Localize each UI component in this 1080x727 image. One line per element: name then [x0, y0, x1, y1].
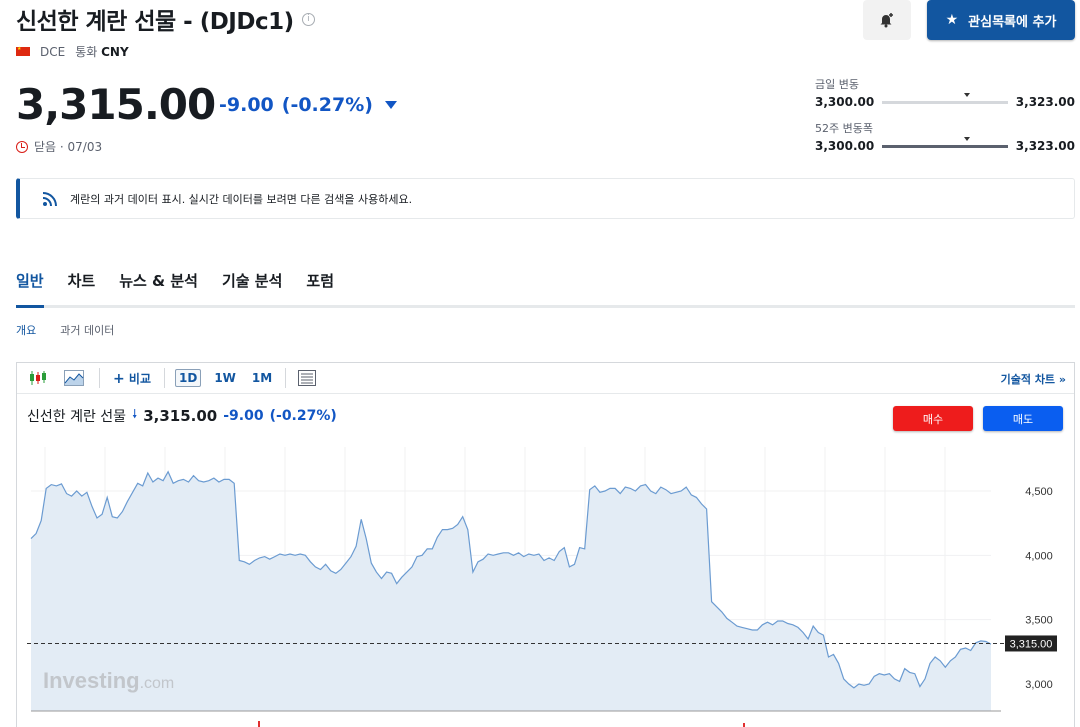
- change-value: -9.00: [219, 94, 274, 116]
- chart-change: -9.00: [223, 407, 264, 424]
- week52-range: 52주 변동폭 3,300.00 3,323.00: [815, 120, 1075, 153]
- alert-button[interactable]: [863, 0, 911, 40]
- instrument-title: 신선한 계란 선물 - (DJDc1): [16, 9, 294, 35]
- tab-news-analysis[interactable]: 뉴스 & 분석: [119, 262, 198, 308]
- watchlist-label: 관심목록에 추가: [968, 14, 1057, 30]
- down-arrow-icon: 🠗: [132, 407, 138, 421]
- week52-range-label: 52주 변동폭: [815, 122, 873, 135]
- chart-change-percent: (-0.27%): [269, 407, 337, 424]
- day-range-bar: [882, 92, 1008, 104]
- y-tick-label: 4,500: [1025, 486, 1053, 498]
- investing-watermark-suffix: .com: [140, 675, 175, 692]
- volume-bar: [743, 723, 745, 727]
- y-tick-label: 3,500: [1025, 615, 1053, 627]
- info-circle-icon[interactable]: i: [301, 12, 315, 26]
- sub-tabs: 개요 과거 데이터: [16, 322, 114, 338]
- bell-plus-icon: [880, 13, 893, 28]
- subtab-overview[interactable]: 개요: [16, 322, 36, 338]
- day-low: 3,300.00: [815, 95, 875, 109]
- tab-forum[interactable]: 포럼: [306, 262, 334, 308]
- page-title: 신선한 계란 선물 - (DJDc1) i: [16, 2, 315, 36]
- y-tick-label: 4,000: [1025, 550, 1053, 562]
- buy-button[interactable]: 매수: [893, 406, 973, 431]
- subtab-historical-data[interactable]: 과거 데이터: [60, 322, 114, 338]
- add-to-watchlist-button[interactable]: ★ 관심목록에 추가: [927, 0, 1075, 40]
- chart-instrument-name: 신선한 계란 선물: [27, 408, 127, 425]
- currency-label: 통화: [75, 45, 98, 59]
- chart-panel: + 비교 1D 1W 1M 기술적 차트 » 3,000 3,500 4,000 4,…: [16, 362, 1075, 727]
- star-icon: ★: [945, 12, 959, 28]
- volume-bar: [258, 721, 260, 727]
- last-price: 3,315.00: [16, 80, 216, 129]
- day-range-marker: [963, 92, 970, 97]
- currency-value: CNY: [101, 45, 129, 59]
- exchange-label: DCE: [40, 44, 66, 59]
- rss-icon: [42, 191, 57, 206]
- instrument-meta: DCE 통화 CNY: [16, 43, 129, 60]
- china-flag-icon: [16, 47, 30, 56]
- price-change: -9.00 (-0.27%): [219, 94, 397, 116]
- status-text: 닫음 · 07/03: [34, 140, 103, 154]
- y-tick-label: 3,000: [1025, 679, 1053, 691]
- week52-low: 3,300.00: [815, 139, 875, 153]
- historical-data-notice: 계란의 과거 데이터 표시. 실시간 데이터를 보려면 다른 검색을 사용하세요…: [16, 178, 1075, 219]
- chart-legend: 신선한 계란 선물 🠗 3,315.00 -9.00 (-0.27%): [27, 405, 337, 426]
- tab-chart[interactable]: 차트: [68, 262, 96, 308]
- main-tabs: 일반 차트 뉴스 & 분석 기술 분석 포럼: [16, 262, 1075, 308]
- down-triangle-icon: [384, 101, 397, 109]
- week52-range-bar: [882, 136, 1008, 148]
- clock-icon: [16, 140, 28, 153]
- tab-technical-analysis[interactable]: 기술 분석: [222, 262, 282, 308]
- day-high: 3,323.00: [1015, 95, 1075, 109]
- last-price-label: 3,315.00: [1010, 638, 1053, 650]
- week52-range-marker: [963, 136, 970, 141]
- price-area-fill: [31, 471, 991, 711]
- change-percent: (-0.27%): [281, 94, 373, 116]
- day-range: 금일 변동 3,300.00 3,323.00: [815, 76, 1075, 109]
- tab-general[interactable]: 일반: [16, 262, 44, 308]
- sell-button[interactable]: 매도: [983, 406, 1063, 431]
- notice-text: 계란의 과거 데이터 표시. 실시간 데이터를 보려면 다른 검색을 사용하세요…: [70, 192, 413, 206]
- week52-high: 3,323.00: [1015, 139, 1075, 153]
- day-range-label: 금일 변동: [815, 78, 859, 91]
- chart-price: 3,315.00: [143, 406, 218, 425]
- market-status: 닫음 · 07/03: [16, 138, 102, 155]
